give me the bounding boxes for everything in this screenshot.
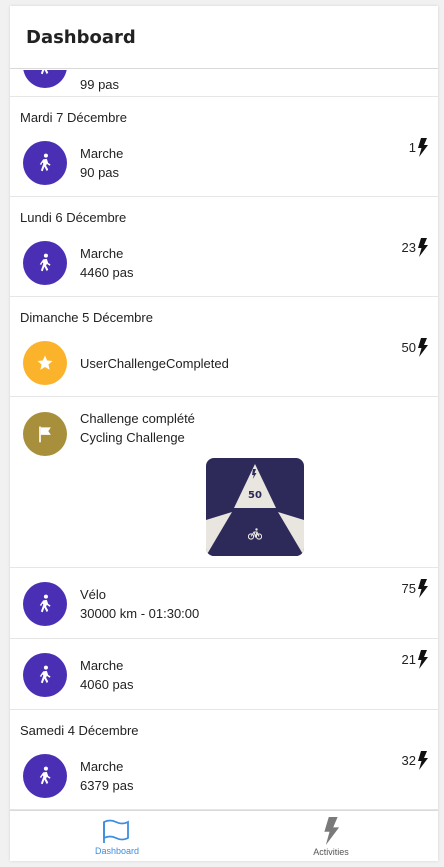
lightning-icon bbox=[418, 338, 428, 357]
activity-type: Vélo bbox=[80, 587, 107, 602]
walking-person-icon bbox=[40, 70, 49, 75]
lightning-icon bbox=[418, 751, 428, 770]
activity-text: Marche 4060 pas bbox=[80, 656, 134, 694]
tab-label: Dashboard bbox=[94, 846, 140, 856]
activity-detail: 4460 pas bbox=[80, 265, 134, 280]
activity-type: Marche bbox=[80, 246, 124, 261]
challenge-status: Challenge complété bbox=[80, 411, 195, 426]
activity-detail: 99 pas bbox=[80, 77, 120, 92]
activity-icon-circle bbox=[23, 754, 67, 798]
points-badge: 75 bbox=[402, 579, 428, 598]
star-icon bbox=[37, 355, 53, 370]
activity-text: Marche 4460 pas bbox=[80, 244, 134, 282]
walking-person-icon bbox=[39, 253, 51, 272]
activity-type: UserChallengeCompleted bbox=[80, 356, 229, 371]
lightning-icon bbox=[418, 238, 428, 257]
flag-icon bbox=[39, 426, 51, 443]
tab-label: Activities bbox=[313, 847, 349, 857]
points-value: 21 bbox=[401, 652, 416, 667]
list-item[interactable]: Marche 4060 pas 21 bbox=[10, 639, 438, 710]
challenge-icon-circle bbox=[23, 412, 67, 456]
activity-icon-circle bbox=[23, 653, 67, 697]
activity-icon-circle bbox=[23, 141, 67, 185]
activity-icon-circle bbox=[23, 582, 67, 626]
activity-text: Marche 6379 pas bbox=[80, 757, 134, 795]
challenge-name: Cycling Challenge bbox=[80, 430, 185, 445]
points-badge: 32 bbox=[402, 751, 428, 770]
activity-detail: 4060 pas bbox=[80, 677, 134, 692]
points-badge: 50 bbox=[402, 338, 428, 357]
points-value: 50 bbox=[401, 340, 416, 355]
walking-person-icon bbox=[39, 594, 51, 613]
top-app-bar: Dashboard bbox=[10, 6, 438, 69]
points-badge: 23 bbox=[402, 238, 428, 257]
points-value: 1 bbox=[408, 140, 416, 155]
activity-text: Vélo 30000 km - 01:30:00 bbox=[80, 585, 199, 623]
lightning-icon bbox=[418, 579, 428, 598]
walking-person-icon bbox=[39, 665, 51, 684]
walking-person-icon bbox=[39, 153, 51, 172]
page-title: Dashboard bbox=[26, 26, 136, 48]
activity-detail: 6379 pas bbox=[80, 778, 134, 793]
day-header: Dimanche 5 Décembre bbox=[20, 310, 153, 325]
activity-type: Marche bbox=[80, 759, 124, 774]
challenge-text: Challenge complété Cycling Challenge bbox=[80, 409, 195, 447]
bottom-navigation: Dashboard Activities bbox=[10, 810, 438, 861]
points-value: 32 bbox=[401, 753, 416, 768]
activity-text: Marche 90 pas bbox=[80, 144, 123, 182]
list-item[interactable]: Dimanche 5 Décembre UserChallengeComplet… bbox=[10, 297, 438, 397]
points-badge: 1 bbox=[409, 138, 428, 157]
lightning-icon bbox=[418, 138, 428, 157]
day-header: Mardi 7 Décembre bbox=[20, 110, 127, 125]
tab-activities[interactable]: Activities bbox=[224, 811, 438, 861]
points-value: 23 bbox=[401, 240, 416, 255]
challenge-badge-image[interactable]: 50 bbox=[206, 458, 304, 556]
activity-icon-circle bbox=[23, 241, 67, 285]
activity-type: Marche bbox=[80, 146, 124, 161]
list-item[interactable]: 99 pas bbox=[10, 70, 438, 97]
list-item[interactable]: Lundi 6 Décembre Marche 4460 pas 23 bbox=[10, 197, 438, 297]
walking-person-icon bbox=[39, 766, 51, 785]
activity-detail: 30000 km - 01:30:00 bbox=[80, 606, 200, 621]
points-value: 75 bbox=[401, 581, 416, 596]
list-item[interactable]: Mardi 7 Décembre Marche 90 pas 1 bbox=[10, 97, 438, 197]
day-header: Lundi 6 Décembre bbox=[20, 210, 127, 225]
list-item[interactable]: Vélo 30000 km - 01:30:00 75 bbox=[10, 568, 438, 639]
list-item[interactable]: Samedi 4 Décembre Marche 6379 pas 32 bbox=[10, 710, 438, 810]
activity-type: Marche bbox=[80, 658, 124, 673]
day-header: Samedi 4 Décembre bbox=[20, 723, 139, 738]
lightning-icon bbox=[418, 650, 428, 669]
activity-icon-circle bbox=[23, 70, 67, 88]
activity-feed[interactable]: 99 pas Mardi 7 Décembre Marche 90 pas 1 … bbox=[10, 70, 438, 810]
badge-value: 50 bbox=[248, 490, 262, 501]
lightning-icon bbox=[324, 817, 340, 845]
app-frame: Dashboard 99 pas Mardi 7 Décembre Marche… bbox=[10, 6, 438, 861]
challenge-icon-circle bbox=[23, 341, 67, 385]
tab-dashboard[interactable]: Dashboard bbox=[10, 811, 224, 861]
activity-detail: 90 pas bbox=[80, 165, 120, 180]
points-badge: 21 bbox=[402, 650, 428, 669]
list-item[interactable]: Challenge complété Cycling Challenge 50 bbox=[10, 397, 438, 568]
map-flag-icon bbox=[103, 819, 129, 843]
bicycle-icon bbox=[248, 528, 262, 540]
